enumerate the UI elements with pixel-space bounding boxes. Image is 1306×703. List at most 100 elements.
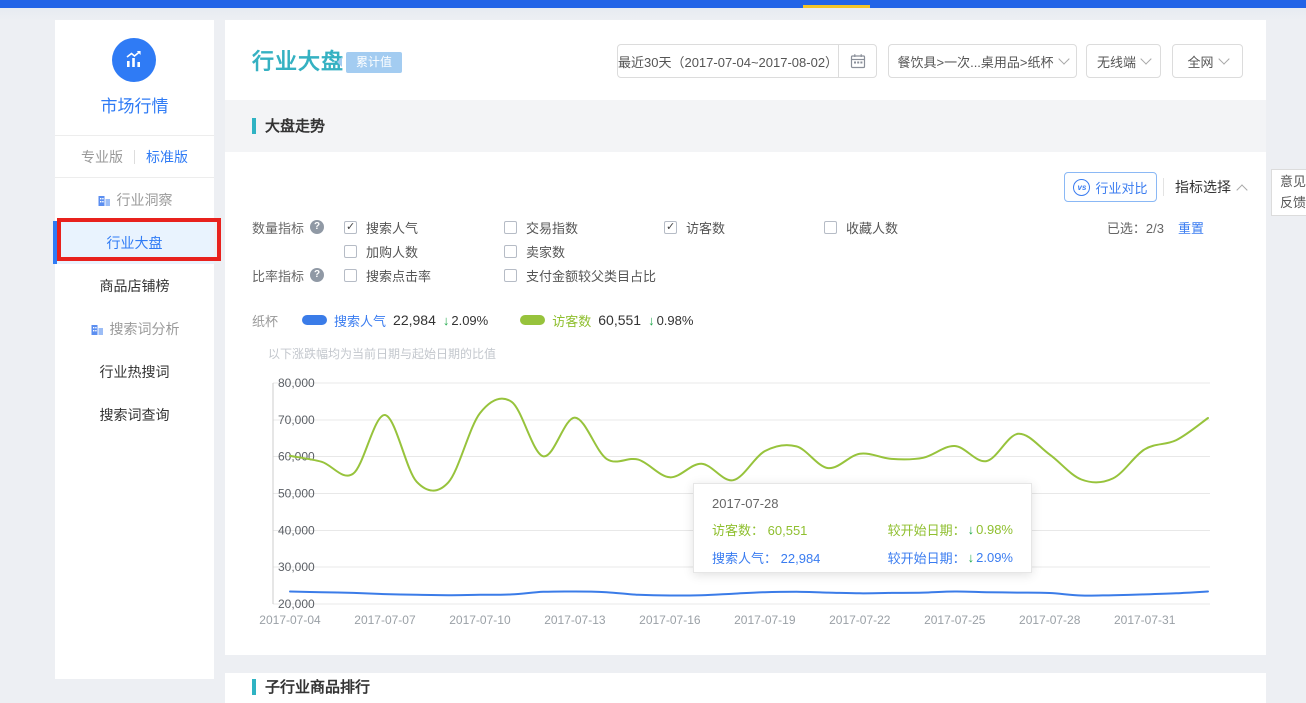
- cumulative-badge: 累计值: [346, 52, 402, 73]
- checkbox: [504, 269, 517, 282]
- option-visitor-count[interactable]: 访客数: [664, 218, 824, 237]
- compare-label: 较开始日期：: [888, 520, 966, 539]
- chevron-up-icon: [1236, 184, 1247, 195]
- sidebar: 市场行情 专业版 标准版 行业洞察 行业大盘 商品店铺榜: [55, 20, 214, 679]
- sidebar-item-label: 商品店铺榜: [100, 276, 170, 296]
- terminal-selector[interactable]: 无线端: [1086, 44, 1161, 78]
- help-icon[interactable]: ?: [310, 268, 324, 282]
- option-transaction-index[interactable]: 交易指数: [504, 218, 664, 237]
- down-arrow-icon: ↓: [968, 522, 975, 537]
- feedback-button[interactable]: 意见 反馈: [1271, 169, 1306, 216]
- sidebar-item-label: 行业热搜词: [100, 362, 170, 382]
- series-change: ↓ 2.09%: [443, 313, 488, 328]
- sidebar-item-industry-insight[interactable]: 行业洞察: [55, 178, 214, 221]
- svg-text:30,000: 30,000: [278, 560, 315, 574]
- option-label: 搜索点击率: [366, 266, 431, 285]
- sidebar-item-label: 搜索词分析: [110, 319, 180, 339]
- page-title: 行业大盘: [252, 44, 344, 76]
- calendar-button[interactable]: [838, 45, 876, 77]
- scope-text: 全网: [1187, 52, 1213, 71]
- industry-compare-button[interactable]: vs 行业对比: [1064, 172, 1157, 202]
- quantity-metric-row-2: 加购人数 卖家数: [252, 241, 664, 261]
- change-value: 2.09%: [451, 313, 488, 328]
- metric-value: 22,984: [781, 551, 821, 566]
- vs-icon: vs: [1073, 179, 1090, 196]
- date-range-selector[interactable]: 最近30天（2017-07-04~2017-08-02）: [617, 44, 877, 78]
- chevron-down-icon: [1058, 53, 1069, 64]
- metric-select-toggle[interactable]: 指标选择: [1175, 172, 1246, 202]
- svg-text:40,000: 40,000: [278, 523, 315, 537]
- svg-text:2017-07-22: 2017-07-22: [829, 613, 891, 627]
- network-scope-selector[interactable]: 全网: [1172, 44, 1243, 78]
- compare-button-label: 行业对比: [1095, 178, 1147, 197]
- legend-item-search-popularity[interactable]: 搜索人气 22,984 ↓ 2.09%: [302, 311, 488, 330]
- selection-summary: 已选：2/3 重置: [1107, 217, 1204, 237]
- trend-chart[interactable]: 20,00030,00040,00050,00060,00070,00080,0…: [240, 372, 1230, 642]
- series-change: ↓ 0.98%: [648, 313, 693, 328]
- option-label: 访客数: [686, 218, 725, 237]
- option-label: 卖家数: [526, 242, 565, 261]
- option-search-popularity[interactable]: 搜索人气: [344, 218, 504, 237]
- building-icon: [90, 322, 104, 336]
- sidebar-item-search-word-query[interactable]: 搜索词查询: [55, 393, 214, 436]
- sidebar-item-label: 行业大盘: [107, 233, 163, 253]
- series-value: 60,551: [598, 312, 641, 328]
- tooltip-date: 2017-07-28: [712, 496, 1013, 511]
- metric-label: 搜索人气：: [712, 551, 777, 566]
- label-text: 比率指标: [252, 266, 304, 285]
- option-label: 支付金额较父类目占比: [526, 266, 656, 285]
- option-label: 加购人数: [366, 242, 418, 261]
- option-search-ctr[interactable]: 搜索点击率: [344, 266, 504, 285]
- compare-label: 较开始日期：: [888, 548, 966, 567]
- selected-count: 已选：2/3: [1107, 218, 1164, 237]
- chart-note: 以下涨跌幅均为当前日期与起始日期的比值: [268, 345, 496, 362]
- section-title-text: 子行业商品排行: [265, 676, 370, 697]
- category-selector[interactable]: 餐饮具>一次...桌用品>纸杯: [888, 44, 1077, 78]
- sidebar-item-search-word-analysis[interactable]: 搜索词分析: [55, 307, 214, 350]
- svg-text:2017-07-28: 2017-07-28: [1019, 613, 1081, 627]
- checkbox: [344, 245, 357, 258]
- svg-text:2017-07-07: 2017-07-07: [354, 613, 416, 627]
- option-seller-count[interactable]: 卖家数: [504, 242, 664, 261]
- bar-chart-arrow-icon: [122, 48, 146, 72]
- change-value: 0.98%: [976, 522, 1013, 537]
- sidebar-item-label: 搜索词查询: [100, 405, 170, 425]
- checkbox: [344, 221, 357, 234]
- svg-text:2017-07-25: 2017-07-25: [924, 613, 986, 627]
- sidebar-item-hot-search-words[interactable]: 行业热搜词: [55, 350, 214, 393]
- help-icon[interactable]: ?: [310, 220, 324, 234]
- divider: [1163, 178, 1164, 196]
- legend-item-visitor-count[interactable]: 访客数 60,551 ↓ 0.98%: [520, 311, 693, 330]
- option-cart-count[interactable]: 加购人数: [344, 242, 504, 261]
- next-section-title: 子行业商品排行: [252, 676, 370, 697]
- app-title: 市场行情: [55, 92, 214, 117]
- series-name: 访客数: [552, 311, 591, 330]
- building-icon: [97, 193, 111, 207]
- svg-text:50,000: 50,000: [278, 487, 315, 501]
- date-range-text: 最近30天（2017-07-04~2017-08-02）: [618, 52, 838, 71]
- terminal-text: 无线端: [1097, 52, 1136, 71]
- option-favorite-count[interactable]: 收藏人数: [824, 218, 984, 237]
- series-value: 22,984: [393, 312, 436, 328]
- option-payment-ratio[interactable]: 支付金额较父类目占比: [504, 266, 656, 285]
- legend-category: 纸杯: [252, 311, 278, 330]
- metric-label: 访客数：: [712, 523, 764, 538]
- series-name: 搜索人气: [334, 311, 386, 330]
- tooltip-row-visitor: 访客数： 60,551 较开始日期： ↓ 0.98%: [712, 520, 1013, 539]
- sidebar-item-product-shop-rank[interactable]: 商品店铺榜: [55, 264, 214, 307]
- tab-professional[interactable]: 专业版: [70, 147, 134, 167]
- reset-link[interactable]: 重置: [1178, 218, 1204, 237]
- svg-text:80,000: 80,000: [278, 376, 315, 390]
- checkbox: [504, 245, 517, 258]
- section-title-bar: [252, 679, 256, 695]
- green-series-pill-icon: [520, 315, 545, 325]
- sidebar-item-industry-overview[interactable]: 行业大盘: [55, 221, 214, 264]
- tooltip-change: 较开始日期： ↓ 2.09%: [888, 548, 1013, 567]
- svg-text:2017-07-04: 2017-07-04: [259, 613, 321, 627]
- chevron-down-icon: [1140, 53, 1151, 64]
- tab-standard[interactable]: 标准版: [135, 147, 199, 167]
- chart-legend: 纸杯 搜索人气 22,984 ↓ 2.09% 访客数 60,551 ↓ 0.98…: [252, 310, 725, 330]
- change-value: 0.98%: [657, 313, 694, 328]
- section-title-bar: [252, 118, 256, 134]
- down-arrow-icon: ↓: [648, 313, 655, 328]
